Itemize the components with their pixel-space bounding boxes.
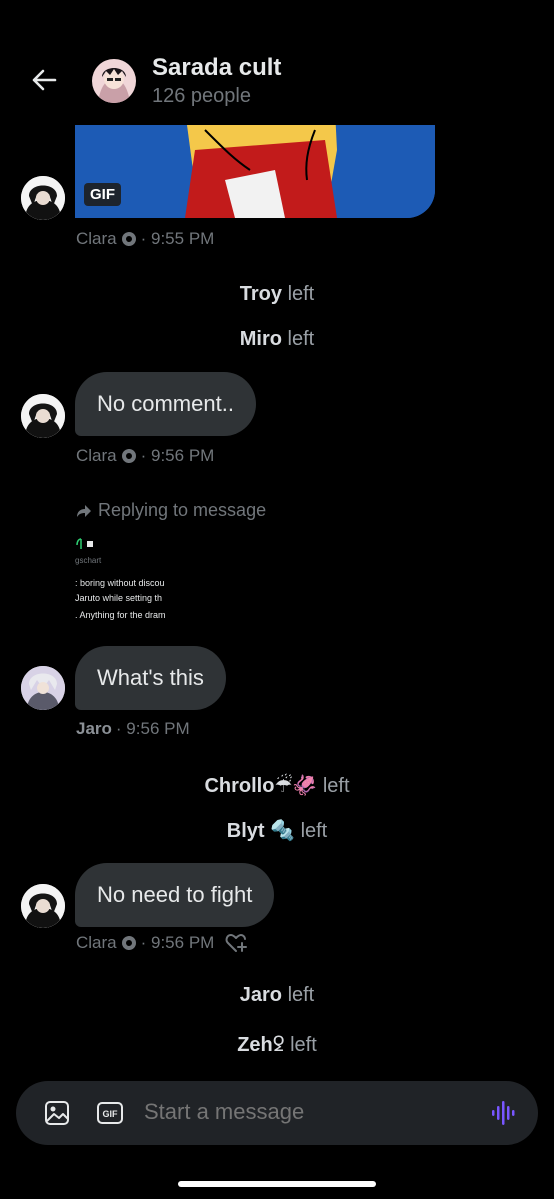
avatar-clara[interactable] (21, 394, 65, 438)
message-time: · 9:56 PM (115, 719, 190, 738)
verified-badge-icon (121, 935, 137, 951)
replying-indicator: Replying to message (76, 500, 266, 521)
message-meta: Clara · 9:56 PM (76, 933, 214, 953)
image-icon (45, 1101, 69, 1125)
svg-text:. Anything for the dram: . Anything for the dram (75, 610, 166, 620)
svg-text:: boring without discou: : boring without discou (75, 578, 165, 588)
verified-badge-icon (121, 231, 137, 247)
message-bubble[interactable]: No need to fight (75, 863, 275, 927)
chat-header: Sarada cult 126 people (0, 0, 554, 125)
arrow-left-icon (32, 69, 57, 91)
message-bubble[interactable]: No comment.. (75, 372, 256, 436)
avatar-clara[interactable] (21, 176, 65, 220)
gif-badge: GIF (84, 183, 121, 206)
system-event: Miro left (239, 328, 315, 350)
replying-label: Replying to message (98, 500, 267, 520)
sender-name[interactable]: Clara (76, 933, 117, 953)
gif-button[interactable]: GIF (96, 1101, 124, 1125)
sender-name[interactable]: Clara (76, 229, 117, 249)
avatar-clara[interactable] (21, 884, 65, 928)
gif-message-media[interactable] (75, 110, 435, 218)
system-event: Zehꝿ left (237, 1034, 317, 1056)
home-indicator (178, 1181, 376, 1187)
reply-preview-image[interactable]: gschart : boring without discou Jaruto w… (75, 533, 195, 633)
group-member-count[interactable]: 126 people (152, 85, 251, 108)
voice-message-button[interactable] (490, 1100, 518, 1126)
sender-name[interactable]: Jaro (76, 719, 112, 739)
voice-icon (492, 1101, 515, 1125)
svg-text:gschart: gschart (75, 556, 102, 565)
group-title[interactable]: Sarada cult (152, 54, 281, 82)
svg-text:GIF: GIF (103, 1109, 119, 1119)
message-bubble[interactable]: What's this (75, 646, 226, 710)
message-composer: GIF (16, 1081, 538, 1145)
verified-badge-icon (121, 448, 137, 464)
sender-name[interactable]: Clara (76, 446, 117, 466)
image-button[interactable] (44, 1100, 70, 1126)
add-reaction-button[interactable] (224, 931, 248, 955)
system-event: Jaro left (239, 984, 315, 1006)
message-input[interactable] (144, 1099, 464, 1125)
avatar-jaro[interactable] (21, 666, 65, 710)
message-time: · 9:56 PM (140, 933, 215, 952)
group-avatar[interactable] (92, 59, 136, 103)
message-time: · 9:56 PM (140, 446, 215, 465)
heart-plus-icon (225, 934, 247, 952)
back-button[interactable] (28, 64, 60, 96)
gif-icon: GIF (97, 1102, 123, 1124)
message-meta: Clara · 9:55 PM (76, 229, 214, 249)
system-event: Blyt 🔩 left (226, 820, 328, 842)
message-meta: Jaro · 9:56 PM (76, 719, 190, 739)
svg-text:Jaruto while setting th: Jaruto while setting th (75, 593, 162, 603)
reply-arrow-icon (77, 504, 91, 517)
message-time: · 9:55 PM (140, 229, 215, 248)
system-event: Chrollo☔🦑 left (204, 775, 350, 797)
message-meta: Clara · 9:56 PM (76, 446, 214, 466)
system-event: Troy left (239, 283, 315, 305)
